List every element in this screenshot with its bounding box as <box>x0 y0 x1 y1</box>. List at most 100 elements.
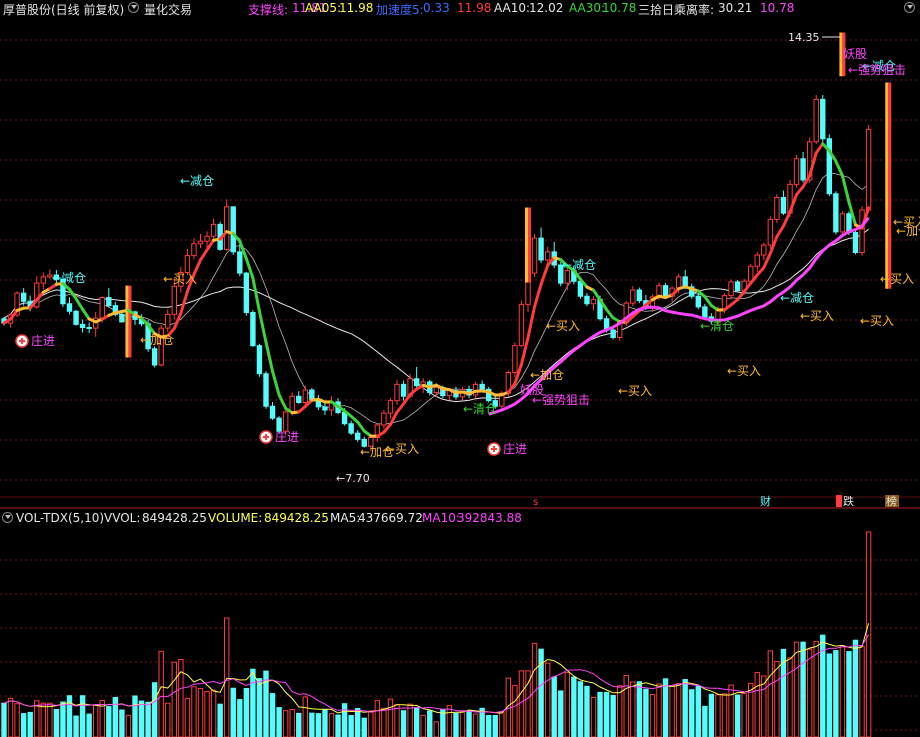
candle-body <box>721 295 728 310</box>
candle-body <box>341 412 348 425</box>
volume-bar <box>296 712 302 737</box>
volume-bar <box>322 709 328 737</box>
volume-bar <box>400 710 407 737</box>
trend-segment <box>172 311 183 330</box>
candle-body <box>728 281 734 297</box>
accel-label: 加速度5: <box>376 3 424 17</box>
volume-bar <box>669 685 675 737</box>
volume-bar <box>14 703 20 737</box>
volume-bar <box>237 699 243 737</box>
volume-bar <box>66 695 73 737</box>
volume-bar <box>466 710 472 737</box>
volume-bar <box>204 691 210 737</box>
accel-value: 0.33 <box>423 1 450 15</box>
volume-bar <box>741 693 747 737</box>
volume-bar <box>551 676 557 737</box>
volume-bar <box>787 657 793 737</box>
volume-bar <box>178 659 184 737</box>
candle-body <box>433 387 440 393</box>
vvol-value: 849428.25 <box>142 511 207 525</box>
collapse-icon[interactable] <box>904 2 915 13</box>
volume-bar <box>761 675 767 737</box>
candle-body <box>315 400 322 408</box>
label-zhuangjin: 庄进 <box>275 429 299 444</box>
volume-bars <box>1 531 872 737</box>
candle-body <box>296 395 302 403</box>
stock-title[interactable]: 厚普股份(日线 前复权) <box>3 1 124 18</box>
candle-body <box>355 432 361 440</box>
candle-body <box>531 237 538 274</box>
label-zhuangjin: 庄进 <box>503 441 527 456</box>
vol-dropdown-icon[interactable] <box>2 512 13 523</box>
candle-body <box>322 406 328 411</box>
candle-body <box>106 297 112 307</box>
label-strong: ←强势狙击 <box>848 63 906 77</box>
volume-bar <box>564 672 570 737</box>
candle-body <box>119 313 125 323</box>
trend-segment <box>179 289 189 315</box>
volume-bar <box>833 650 839 737</box>
volume-bar <box>302 696 309 737</box>
signal-bar <box>125 285 129 358</box>
candle-body <box>269 405 276 419</box>
label-bang: 榜 <box>886 494 897 508</box>
candle-body <box>538 237 544 261</box>
label-buy: ←买入 <box>727 364 761 378</box>
high-marker: 14.35 <box>788 31 820 44</box>
trend-segment <box>592 288 602 302</box>
aa05-label: AA05: <box>305 1 342 15</box>
label-add: ←加仓 <box>140 333 174 347</box>
candle-body <box>151 348 158 366</box>
candle-body <box>675 276 682 289</box>
volume-bar <box>79 695 86 737</box>
volume-bar <box>106 706 112 737</box>
label-buy: ←买入 <box>163 272 197 286</box>
volume-bar <box>728 684 734 737</box>
volume-bar <box>230 687 236 737</box>
candle-body <box>40 276 46 284</box>
label-add: ←加仓 <box>530 368 564 382</box>
candle-body <box>210 223 217 237</box>
ma10-label: MA10: <box>422 511 460 525</box>
label-reduce: ←减仓 <box>180 174 214 188</box>
volume-bar <box>315 713 322 737</box>
volume-bar <box>662 678 669 737</box>
label-buy: ←买入 <box>893 215 920 229</box>
candle-body <box>859 209 865 253</box>
volume-bar <box>381 707 387 737</box>
trend-segment <box>356 420 366 433</box>
volume-bar <box>708 693 715 737</box>
volume-bar <box>269 693 276 737</box>
label-buy: ←买入 <box>860 314 894 328</box>
price-header: 厚普股份(日线 前复权) 量化交易 支撑线: 11.81 AA05: 11.98… <box>0 0 920 17</box>
candle-body <box>584 295 590 305</box>
trend-segment <box>526 305 537 340</box>
volume-bar <box>427 710 433 737</box>
volume-bar <box>446 705 453 737</box>
volume-bar <box>158 650 164 737</box>
volume-bar <box>715 694 721 737</box>
label-buy: ←买入 <box>880 272 914 286</box>
volume-bar <box>852 639 859 737</box>
candle-body <box>413 378 420 387</box>
volume-bar <box>341 703 348 737</box>
vol-name[interactable]: VOL-TDX(5,10) <box>16 511 104 525</box>
label-reduce: ←减仓 <box>562 258 596 272</box>
candle-body <box>839 213 846 233</box>
volume-bar <box>184 697 191 737</box>
candle-body <box>86 327 92 329</box>
dropdown-icon[interactable] <box>128 2 139 13</box>
volume-bar <box>603 691 610 737</box>
candle-body <box>20 292 27 302</box>
indicator-title[interactable]: 量化交易 <box>144 1 192 18</box>
signal-bar <box>839 32 843 77</box>
volume-bar <box>93 704 99 737</box>
candle-body <box>66 303 73 312</box>
trend-segment <box>834 159 844 177</box>
volume-bar <box>682 679 688 737</box>
candle-body <box>813 98 819 143</box>
candle-body <box>237 251 243 274</box>
volume-bar <box>243 687 250 737</box>
volume-bar <box>361 717 367 737</box>
label-cai: 财 <box>760 494 771 508</box>
